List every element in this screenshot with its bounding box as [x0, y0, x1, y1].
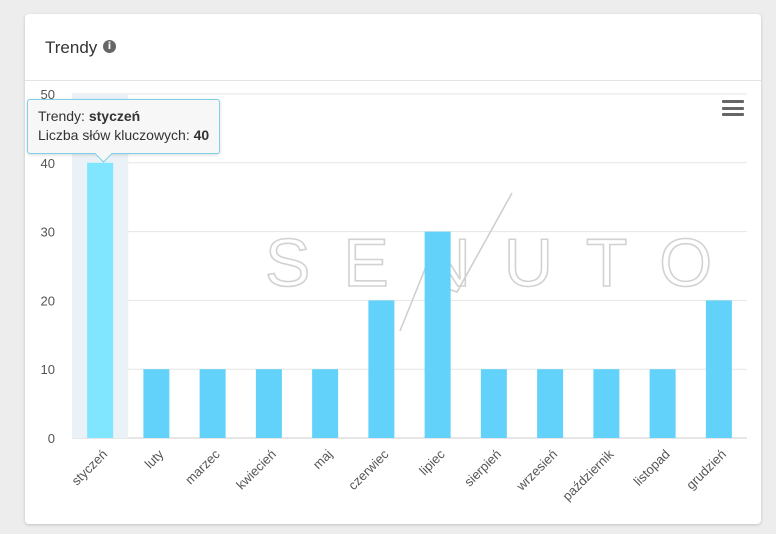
tooltip-series-label: Trendy: [38, 108, 85, 124]
x-tick-label: lipiec [416, 446, 448, 478]
x-tick-label: wrzesień [513, 447, 561, 495]
y-tick-label: 20 [41, 293, 55, 308]
tooltip-category: styczeń [88, 108, 141, 124]
x-axis-ticks: styczeń luty marzec kwiecień maj czerwiec lipi… [68, 446, 729, 503]
bar-sierpień[interactable] [480, 369, 507, 438]
watermark-text: SENUTO [265, 225, 745, 301]
bar-styczeń[interactable] [87, 162, 114, 439]
y-tick-label: 30 [41, 225, 55, 240]
trends-bar-chart: SENUTO 01020304050 styczeń luty marzec kwie… [41, 87, 747, 504]
bar-lipiec[interactable] [424, 231, 451, 438]
watermark: SENUTO [264, 192, 745, 332]
bar-listopad[interactable] [649, 369, 676, 438]
tooltip-value: 40 [193, 127, 210, 143]
bar-grudzień[interactable] [705, 300, 732, 438]
y-tick-label: 40 [41, 156, 55, 171]
y-tick-label: 0 [48, 431, 55, 446]
bar-czerwiec[interactable] [368, 300, 395, 438]
bar-maj[interactable] [312, 369, 339, 438]
chart-tooltip: Trendy: styczeń Liczba słów kluczowych: … [27, 99, 221, 163]
x-tick-label: sierpień [461, 447, 504, 490]
tooltip-value-label: Liczba słów kluczowych: [38, 127, 190, 143]
x-tick-label: październik [559, 446, 616, 503]
chart-menu-icon[interactable] [722, 100, 744, 118]
x-tick-label: maj [310, 446, 335, 471]
x-tick-label: marzec [182, 446, 223, 487]
x-tick-label: listopad [630, 447, 672, 489]
trends-card: Trendy i SENUTO 0 10 20 30 40 50 styczeń luty m… [25, 14, 761, 524]
y-tick-label: 10 [41, 362, 55, 377]
tooltip-value-line: Liczba słów kluczowych: 40 [38, 126, 209, 145]
bar-kwiecień[interactable] [255, 369, 282, 438]
x-tick-label: czerwiec [345, 446, 392, 493]
x-tick-label: styczeń [68, 447, 110, 489]
bar-październik[interactable] [593, 369, 620, 438]
tooltip-series-line: Trendy: styczeń [38, 107, 209, 126]
x-tick-label: grudzień [683, 447, 729, 493]
x-tick-label: kwiecień [233, 447, 279, 493]
bar-wrzesień[interactable] [537, 369, 564, 438]
x-tick-label: luty [142, 446, 167, 471]
bar-marzec[interactable] [199, 369, 226, 438]
bar-luty[interactable] [143, 369, 170, 438]
